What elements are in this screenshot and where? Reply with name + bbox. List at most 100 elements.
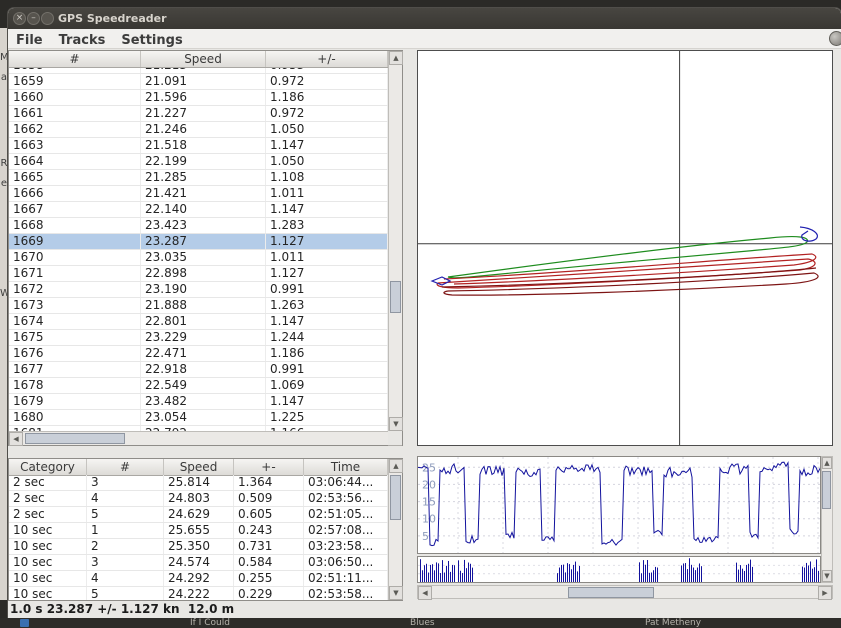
overview-chart-canvas[interactable] [418, 557, 820, 582]
titlebar[interactable]: × – GPS Speedreader [8, 8, 841, 29]
main-content: #Speed+/- 165821.2130.953165921.0910.972… [8, 49, 841, 618]
table-cell: 5 [87, 587, 164, 600]
scroll-up-button[interactable]: ▲ [389, 51, 403, 65]
column-header[interactable]: Speed [141, 51, 266, 67]
artist-name: Pat Metheny [645, 618, 701, 628]
speed-table-horizontal-scrollbar[interactable]: ◀ ▶ [9, 431, 402, 445]
table-cell: 2 sec [9, 507, 87, 522]
table-cell: 24.803 [164, 491, 234, 506]
background-music-window[interactable]: If I Could Blues Pat Metheny [0, 618, 841, 628]
table-row[interactable]: 167321.8881.263 [9, 298, 388, 314]
minimize-button[interactable]: – [27, 12, 40, 25]
table-row[interactable]: 166722.1401.147 [9, 202, 388, 218]
table-row[interactable]: 167622.4711.186 [9, 346, 388, 362]
table-cell: 23.423 [141, 218, 266, 233]
results-table[interactable]: 2 sec325.8141.36403:06:44...2 sec424.803… [9, 475, 388, 600]
scroll-left-button[interactable]: ◀ [9, 432, 23, 446]
overview-chart[interactable] [417, 556, 821, 583]
table-cell: 24.629 [164, 507, 234, 522]
menu-item-tracks[interactable]: Tracks [51, 31, 114, 50]
column-header[interactable]: # [87, 459, 164, 475]
table-row[interactable]: 167422.8011.147 [9, 314, 388, 330]
scrollbar-thumb[interactable] [568, 587, 654, 598]
speed-table-header: #Speed+/- [9, 51, 388, 68]
speed-chart[interactable]: 252015105 [417, 456, 821, 554]
menu-item-settings[interactable]: Settings [113, 31, 190, 50]
table-cell: 2 [87, 539, 164, 554]
table-row[interactable]: 166621.4211.011 [9, 186, 388, 202]
table-cell: 25.814 [164, 475, 234, 490]
table-cell: 1658 [9, 68, 141, 73]
table-cell: 02:51:11... [304, 571, 388, 586]
background-window-letter: M [0, 52, 8, 63]
column-header[interactable]: # [9, 51, 141, 67]
table-row[interactable]: 167523.2291.244 [9, 330, 388, 346]
menu-item-file[interactable]: File [8, 31, 51, 50]
scroll-down-button[interactable]: ▼ [389, 586, 403, 600]
table-row[interactable]: 166422.1991.050 [9, 154, 388, 170]
speed-table[interactable]: 165821.2130.953165921.0910.972166021.596… [9, 68, 388, 431]
table-cell: 21.888 [141, 298, 266, 313]
scrollbar-thumb[interactable] [822, 471, 831, 509]
track-plot[interactable] [417, 50, 833, 446]
track-plot-canvas[interactable] [418, 51, 832, 445]
table-cell: 23.035 [141, 250, 266, 265]
speed-table-vertical-scrollbar[interactable]: ▲ ▼ [388, 51, 402, 431]
table-cell: 02:53:56... [304, 491, 388, 506]
table-row[interactable]: 166823.4231.283 [9, 218, 388, 234]
scrollbar-thumb[interactable] [390, 475, 401, 520]
table-row[interactable]: 167122.8981.127 [9, 266, 388, 282]
maximize-button[interactable] [41, 12, 54, 25]
scroll-up-button[interactable]: ▲ [822, 457, 832, 469]
table-row[interactable]: 2 sec424.8030.50902:53:56... [9, 491, 388, 507]
table-row[interactable]: 166221.2461.050 [9, 122, 388, 138]
chart-horizontal-scrollbar[interactable]: ◀ ▶ [417, 585, 833, 599]
results-table-vertical-scrollbar[interactable]: ▲ ▼ [388, 459, 402, 600]
table-row[interactable]: 166321.5181.147 [9, 138, 388, 154]
table-cell: 24.574 [164, 555, 234, 570]
table-cell: 22.898 [141, 266, 266, 281]
table-row[interactable]: 167223.1900.991 [9, 282, 388, 298]
scroll-right-button[interactable]: ▶ [818, 586, 832, 600]
table-row[interactable]: 166521.2851.108 [9, 170, 388, 186]
column-header[interactable]: Speed [164, 459, 234, 475]
table-row[interactable]: 168023.0541.225 [9, 410, 388, 426]
table-row[interactable]: 165921.0910.972 [9, 74, 388, 90]
table-cell: 1666 [9, 186, 141, 201]
table-row[interactable]: 10 sec424.2920.25502:51:11... [9, 571, 388, 587]
close-button[interactable]: × [13, 12, 26, 25]
scroll-down-button[interactable]: ▼ [822, 570, 832, 582]
table-cell: 25.655 [164, 523, 234, 538]
table-cell: 1670 [9, 250, 141, 265]
scroll-left-button[interactable]: ◀ [418, 586, 432, 600]
column-header[interactable]: +- [234, 459, 304, 475]
table-row[interactable]: 166121.2270.972 [9, 106, 388, 122]
table-row[interactable]: 10 sec324.5740.58403:06:50... [9, 555, 388, 571]
column-header[interactable]: Category [9, 459, 87, 475]
chart-vertical-scrollbar[interactable]: ▲ ▼ [821, 456, 833, 583]
column-header[interactable]: +/- [266, 51, 388, 67]
table-row[interactable]: 10 sec524.2220.22902:53:58... [9, 587, 388, 600]
table-row[interactable]: 10 sec225.3500.73103:23:58... [9, 539, 388, 555]
scrollbar-thumb[interactable] [390, 281, 401, 313]
scroll-down-button[interactable]: ▼ [389, 417, 403, 431]
table-cell: 1664 [9, 154, 141, 169]
table-cell: 1660 [9, 90, 141, 105]
table-row[interactable]: 2 sec524.6290.60502:51:05... [9, 507, 388, 523]
scrollbar-thumb[interactable] [25, 433, 125, 444]
table-row[interactable]: 166923.2871.127 [9, 234, 388, 250]
table-row[interactable]: 167923.4821.147 [9, 394, 388, 410]
table-row[interactable]: 10 sec125.6550.24302:57:08... [9, 523, 388, 539]
table-row[interactable]: 2 sec325.8141.36403:06:44... [9, 475, 388, 491]
table-cell: 22.199 [141, 154, 266, 169]
menu-bar-icon[interactable] [829, 31, 841, 46]
scroll-up-button[interactable]: ▲ [389, 459, 403, 473]
table-row[interactable]: 167822.5491.069 [9, 378, 388, 394]
speed-chart-canvas[interactable]: 252015105 [418, 457, 820, 553]
table-row[interactable]: 167023.0351.011 [9, 250, 388, 266]
table-row[interactable]: 167722.9180.991 [9, 362, 388, 378]
column-header[interactable]: Time [304, 459, 388, 475]
table-cell: 23.054 [141, 410, 266, 425]
table-cell: 1667 [9, 202, 141, 217]
table-row[interactable]: 166021.5961.186 [9, 90, 388, 106]
